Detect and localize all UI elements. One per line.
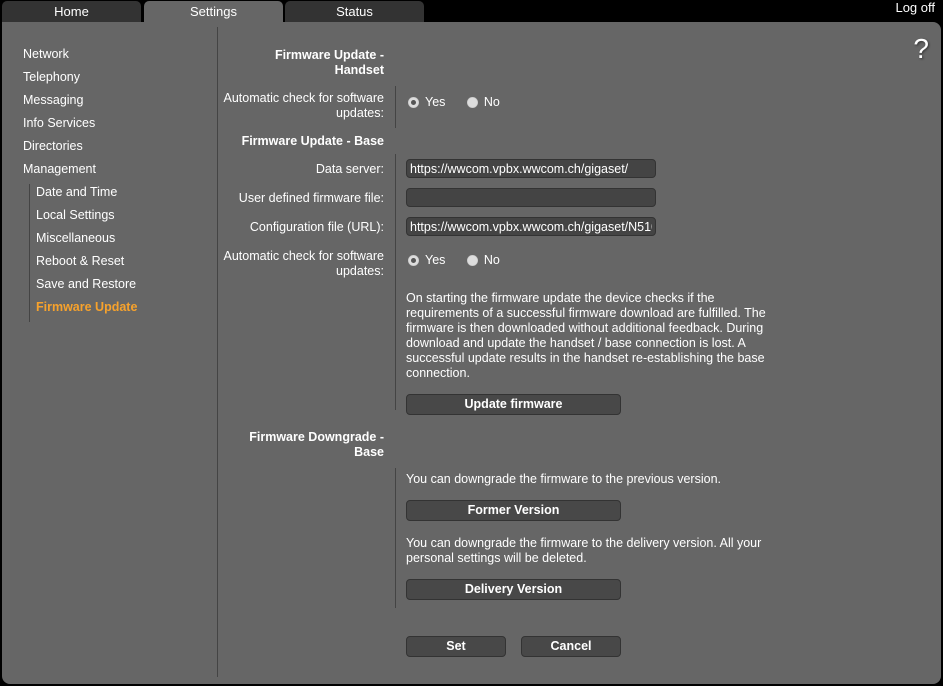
section-title-downgrade: Firmware Downgrade - Base: [218, 430, 384, 460]
set-button[interactable]: Set: [406, 636, 506, 657]
cancel-button[interactable]: Cancel: [521, 636, 621, 657]
radio-label: Yes: [425, 253, 446, 267]
log-off-link[interactable]: Log off: [895, 0, 935, 16]
separator-line: [395, 154, 396, 410]
radio-unchecked-icon: [466, 255, 478, 266]
help-icon[interactable]: ?: [913, 34, 929, 64]
sidebar-item-telephony[interactable]: Telephony: [23, 69, 137, 92]
delivery-version-button[interactable]: Delivery Version: [406, 579, 621, 600]
sidebar-item-reboot-reset[interactable]: Reboot & Reset: [36, 253, 137, 276]
sidebar-item-save-restore[interactable]: Save and Restore: [36, 276, 137, 299]
sidebar-divider: [217, 27, 218, 677]
radio-label: Yes: [425, 95, 446, 109]
base-auto-check-radio-group: Yes No: [408, 253, 518, 270]
sidebar-item-management[interactable]: Management: [23, 161, 137, 184]
section-title-base: Firmware Update - Base: [241, 134, 384, 148]
user-firmware-file-label: User defined firmware file:: [238, 191, 384, 205]
former-version-text: You can downgrade the firmware to the pr…: [406, 472, 721, 486]
sidebar-item-firmware-update[interactable]: Firmware Update: [36, 299, 137, 322]
sidebar-item-date-and-time[interactable]: Date and Time: [36, 184, 137, 207]
label-line: Automatic check for software: [223, 91, 384, 105]
user-firmware-file-input[interactable]: [406, 188, 656, 207]
former-version-button[interactable]: Former Version: [406, 500, 621, 521]
tab-home[interactable]: Home: [2, 1, 141, 23]
sidebar-nav: Network Telephony Messaging Info Service…: [23, 46, 137, 322]
radio-label: No: [483, 253, 500, 267]
sidebar-item-messaging[interactable]: Messaging: [23, 92, 137, 115]
separator-line: [395, 468, 396, 608]
configuration-file-label: Configuration file (URL):: [249, 220, 384, 234]
label-line: updates:: [336, 264, 384, 278]
top-bar: Home Settings Status Log off: [0, 0, 943, 23]
sidebar-item-info-services[interactable]: Info Services: [23, 115, 137, 138]
base-auto-check-yes-radio[interactable]: Yes: [408, 253, 445, 268]
handset-auto-check-radio-group: Yes No: [408, 95, 518, 112]
handset-auto-check-label: Automatic check for software updates:: [218, 91, 384, 121]
section-title-handset: Firmware Update - Handset: [218, 48, 384, 78]
firmware-update-info-text: On starting the firmware update the devi…: [406, 291, 766, 380]
handset-auto-check-yes-radio[interactable]: Yes: [408, 95, 445, 110]
sidebar-item-directories[interactable]: Directories: [23, 138, 137, 161]
configuration-file-input[interactable]: [406, 217, 656, 236]
settings-panel: ? Network Telephony Messaging Info Servi…: [2, 22, 941, 684]
sidebar-item-local-settings[interactable]: Local Settings: [36, 207, 137, 230]
sidebar-item-miscellaneous[interactable]: Miscellaneous: [36, 230, 137, 253]
section-title-line: Handset: [334, 63, 384, 77]
data-server-label: Data server:: [315, 162, 384, 176]
label-line: Automatic check for software: [223, 249, 384, 263]
base-auto-check-no-radio[interactable]: No: [466, 253, 500, 268]
radio-checked-icon: [408, 97, 419, 108]
update-firmware-button[interactable]: Update firmware: [406, 394, 621, 415]
label-line: updates:: [336, 106, 384, 120]
radio-unchecked-icon: [466, 97, 478, 108]
section-title-line: Base: [354, 445, 384, 459]
section-title-line: Firmware Update -: [274, 48, 384, 62]
tab-settings[interactable]: Settings: [144, 1, 283, 23]
delivery-version-text: You can downgrade the firmware to the de…: [406, 536, 762, 565]
base-auto-check-label: Automatic check for software updates:: [218, 249, 384, 279]
radio-checked-icon: [408, 255, 419, 266]
separator-line: [395, 86, 396, 128]
radio-label: No: [483, 95, 500, 109]
handset-auto-check-no-radio[interactable]: No: [466, 95, 500, 110]
data-server-input[interactable]: [406, 159, 656, 178]
management-subnav: Date and Time Local Settings Miscellaneo…: [29, 184, 137, 322]
sidebar-item-network[interactable]: Network: [23, 46, 137, 69]
tab-status[interactable]: Status: [285, 1, 424, 23]
section-title-line: Firmware Downgrade -: [249, 430, 384, 444]
